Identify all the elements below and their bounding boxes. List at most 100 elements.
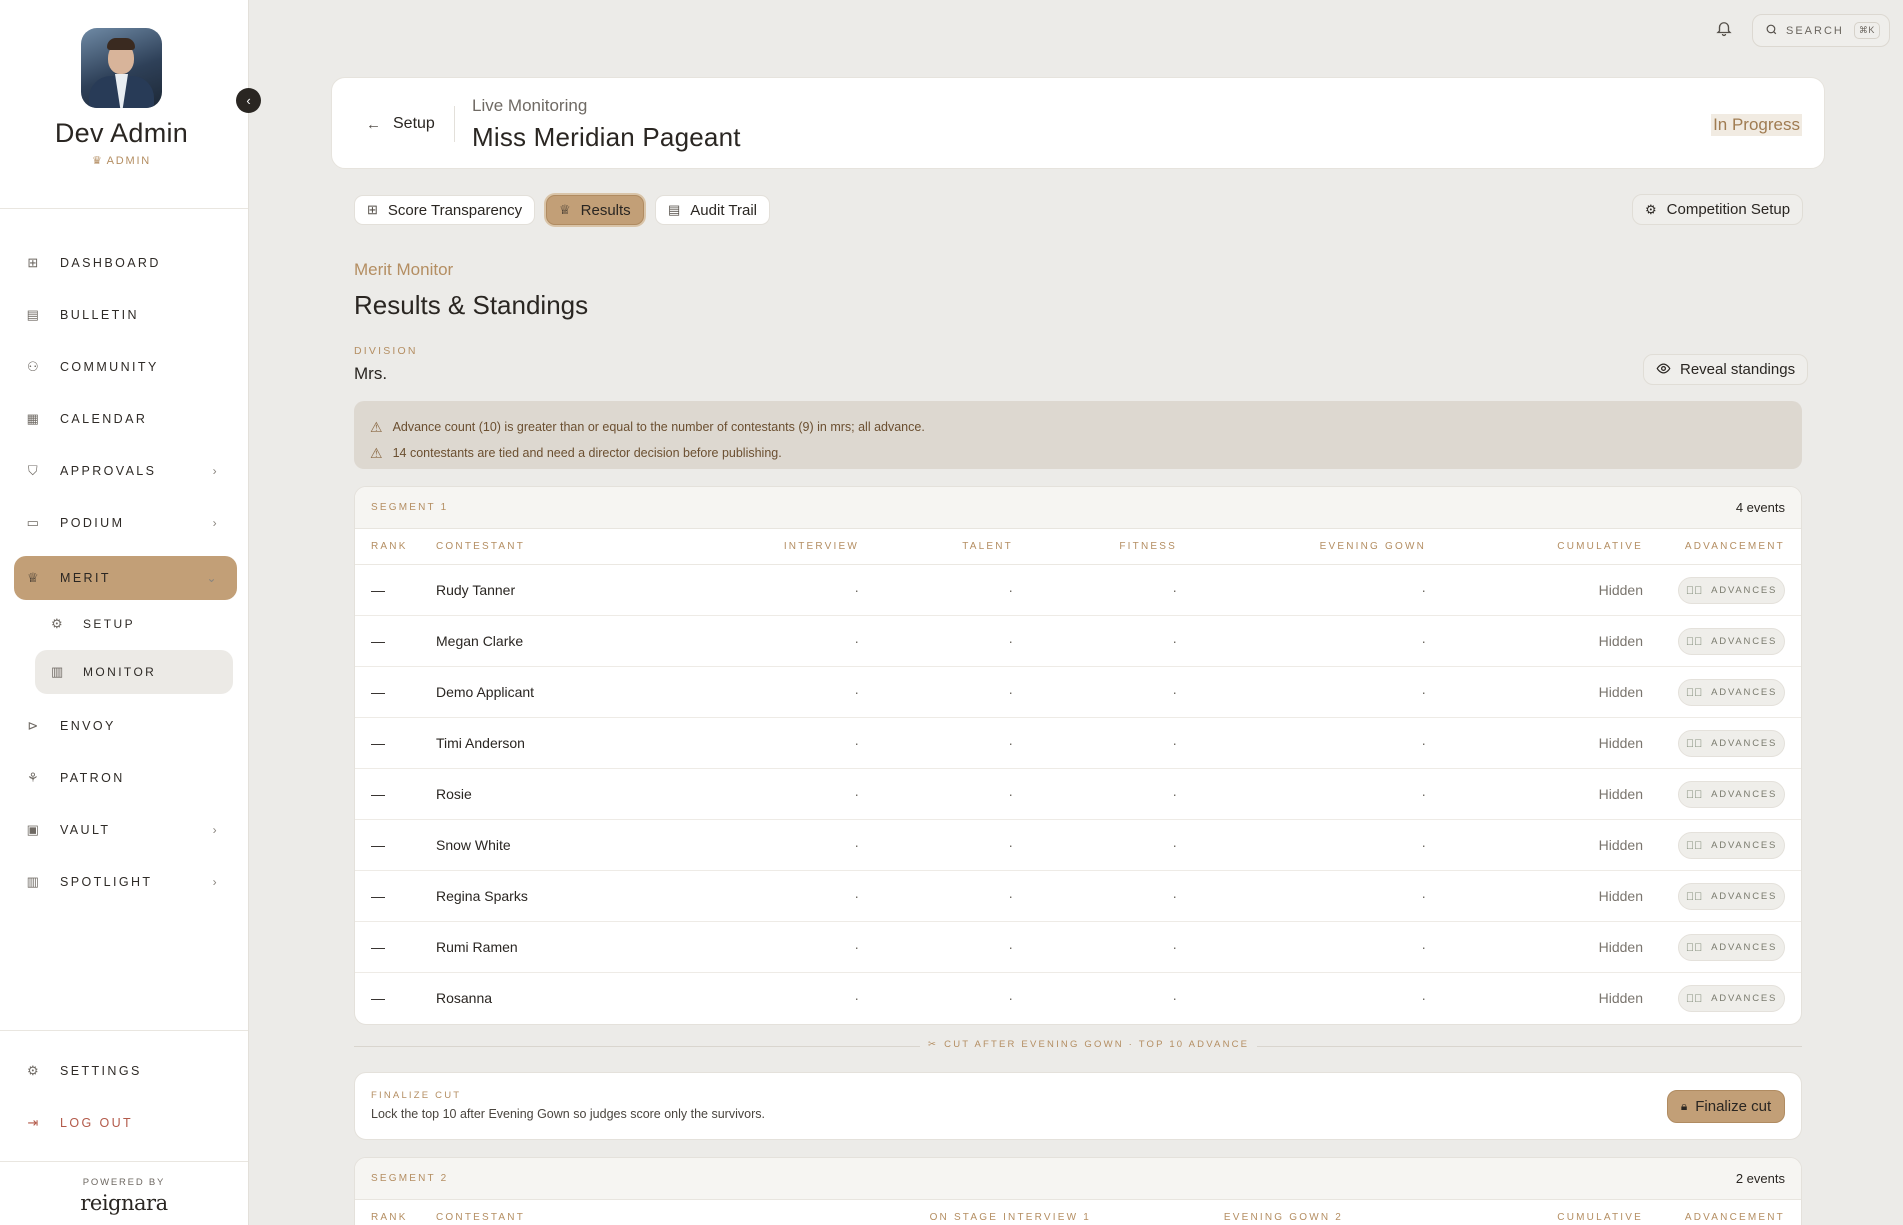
segment-label: SEGMENT 1 xyxy=(371,502,449,513)
collapse-sidebar-button[interactable]: ‹ xyxy=(236,88,261,113)
score-interview: · xyxy=(854,633,859,649)
score-interview: · xyxy=(854,582,859,598)
back-label: Setup xyxy=(393,115,435,132)
advancement-label: ADVANCES xyxy=(1711,687,1778,698)
score-evening-gown: · xyxy=(1421,888,1426,904)
check-circle-icon: ✓⃝ xyxy=(1685,992,1705,1005)
finalize-cut-button[interactable]: 🔒︎ Finalize cut xyxy=(1667,1090,1785,1123)
sidebar-item-label: ENVOY xyxy=(60,719,116,733)
reveal-label: Reveal standings xyxy=(1680,361,1796,378)
table-row[interactable]: — Rosanna · · · · Hidden ✓⃝ ADVANCES xyxy=(355,973,1801,1024)
bell-icon[interactable] xyxy=(1715,19,1735,39)
tab-score-transparency[interactable]: ⊞ Score Transparency xyxy=(354,195,536,225)
segment-event-count: 2 events xyxy=(1735,1171,1785,1186)
score-talent: · xyxy=(1008,939,1013,955)
advances-badge: ✓⃝ ADVANCES xyxy=(1678,730,1785,757)
competition-setup-button[interactable]: ⚙ Competition Setup xyxy=(1632,194,1804,225)
contestant-name: Rumi Ramen xyxy=(436,939,518,955)
rank-cell: — xyxy=(371,684,385,700)
score-talent: · xyxy=(1008,837,1013,853)
col-cumulative: CUMULATIVE xyxy=(1557,541,1643,552)
advances-badge: ✓⃝ ADVANCES xyxy=(1678,883,1785,910)
advances-badge: ✓⃝ ADVANCES xyxy=(1678,781,1785,808)
score-evening-gown: · xyxy=(1421,633,1426,649)
advancement-label: ADVANCES xyxy=(1711,891,1778,902)
sidebar-item-logout[interactable]: ⇥ LOG OUT xyxy=(14,1101,237,1145)
sidebar-item-vault[interactable]: ▣ VAULT › xyxy=(14,808,237,852)
competition-setup-label: Competition Setup xyxy=(1666,201,1791,218)
sidebar-item-merit[interactable]: ♕ MERIT ⌄ xyxy=(14,556,237,600)
col-advancement: ADVANCEMENT xyxy=(1684,541,1785,552)
sidebar-item-settings[interactable]: ⚙ SETTINGS xyxy=(14,1049,237,1093)
chevron-left-icon: ‹ xyxy=(246,93,251,108)
powered-by-label: POWERED BY xyxy=(82,1177,166,1188)
competition-header: ← Setup Live Monitoring Miss Meridian Pa… xyxy=(331,77,1825,169)
score-evening-gown: · xyxy=(1421,735,1426,751)
score-fitness: · xyxy=(1172,939,1177,955)
sidebar-item-community[interactable]: ⚇ COMMUNITY xyxy=(14,345,237,389)
sidebar-item-label: COMMUNITY xyxy=(60,360,159,374)
table-row[interactable]: — Regina Sparks · · · · Hidden ✓⃝ ADVANCES xyxy=(355,871,1801,922)
col-rank: RANK xyxy=(371,541,408,552)
tab-results[interactable]: ♕ Results xyxy=(546,195,644,225)
table-row[interactable]: — Megan Clarke · · · · Hidden ✓⃝ ADVANCES xyxy=(355,616,1801,667)
sidebar: Dev Admin ♛ ADMIN ⊞ DASHBOARD ▤ BULLETIN ⚇ COM… xyxy=(0,0,249,1225)
contestant-name: Regina Sparks xyxy=(436,888,528,904)
col-contestant: CONTESTANT xyxy=(436,541,526,552)
sidebar-item-podium[interactable]: ▭ PODIUM › xyxy=(14,501,237,545)
rank-cell: — xyxy=(371,939,385,955)
trophy-icon: ♕ xyxy=(26,570,42,585)
score-interview: · xyxy=(854,990,859,1006)
sidebar-subitem-monitor[interactable]: ▥ MONITOR xyxy=(35,650,233,694)
sidebar-item-spotlight[interactable]: ▥ SPOTLIGHT › xyxy=(14,860,237,904)
sidebar-subitem-label: MONITOR xyxy=(83,665,157,679)
table-row[interactable]: — Demo Applicant · · · · Hidden ✓⃝ ADVANCES xyxy=(355,667,1801,718)
table-row[interactable]: — Timi Anderson · · · · Hidden ✓⃝ ADVANCES xyxy=(355,718,1801,769)
sidebar-item-envoy[interactable]: ⊳ ENVOY xyxy=(14,704,237,748)
reveal-standings-button[interactable]: Reveal standings xyxy=(1643,354,1809,385)
calendar-icon: ▦ xyxy=(26,411,42,426)
back-button[interactable]: ← Setup xyxy=(366,115,435,133)
warning-icon: ⚠ xyxy=(370,444,383,461)
crown-icon: ♛ xyxy=(91,155,104,167)
score-interview: · xyxy=(854,735,859,751)
sidebar-item-dashboard[interactable]: ⊞ DASHBOARD xyxy=(14,241,237,285)
score-evening-gown: · xyxy=(1421,582,1426,598)
check-circle-icon: ✓⃝ xyxy=(1685,635,1705,648)
sidebar-item-label: LOG OUT xyxy=(60,1116,134,1130)
search-button[interactable]: SEARCH ⌘K xyxy=(1752,14,1890,47)
finalize-label: FINALIZE CUT xyxy=(371,1090,462,1101)
col-rank: RANK xyxy=(371,1212,408,1223)
finalize-description: Lock the top 10 after Evening Gown so ju… xyxy=(371,1107,765,1121)
sidebar-item-bulletin[interactable]: ▤ BULLETIN xyxy=(14,293,237,337)
avatar[interactable] xyxy=(81,28,162,108)
sidebar-item-label: DASHBOARD xyxy=(60,256,161,270)
score-evening-gown: · xyxy=(1421,837,1426,853)
advancement-label: ADVANCES xyxy=(1711,993,1778,1004)
score-talent: · xyxy=(1008,786,1013,802)
hand-coins-icon: ⚘ xyxy=(26,770,42,785)
warning-alert: ⚠ Advance count (10) is greater than or … xyxy=(354,401,1802,469)
table-row[interactable]: — Rumi Ramen · · · · Hidden ✓⃝ ADVANCES xyxy=(355,922,1801,973)
arrow-left-icon: ← xyxy=(366,115,381,133)
alert-item: ⚠ 14 contestants are tied and need a dir… xyxy=(370,440,1786,466)
search-shortcut: ⌘K xyxy=(1853,22,1880,39)
chevron-right-icon: › xyxy=(212,875,219,889)
section-eyebrow: Merit Monitor xyxy=(354,260,454,279)
advances-badge: ✓⃝ ADVANCES xyxy=(1678,934,1785,961)
sidebar-item-approvals[interactable]: ⛉ APPROVALS › xyxy=(14,449,237,493)
segment-header: SEGMENT 2 2 events xyxy=(355,1158,1801,1200)
cumulative-cell: Hidden xyxy=(1598,684,1643,700)
sidebar-item-calendar[interactable]: ▦ CALENDAR xyxy=(14,397,237,441)
receipt-icon: ▤ xyxy=(668,202,681,217)
table-row[interactable]: — Rosie · · · · Hidden ✓⃝ ADVANCES xyxy=(355,769,1801,820)
sidebar-item-label: CALENDAR xyxy=(60,412,148,426)
tab-audit-trail[interactable]: ▤ Audit Trail xyxy=(655,195,770,225)
contestant-name: Demo Applicant xyxy=(436,684,535,700)
table-row[interactable]: — Snow White · · · · Hidden ✓⃝ ADVANCES xyxy=(355,820,1801,871)
table-row[interactable]: — Rudy Tanner · · · · Hidden ✓⃝ ADVANCES xyxy=(355,565,1801,616)
segment-event-count: 4 events xyxy=(1735,500,1785,515)
sidebar-subitem-setup[interactable]: ⚙ SETUP xyxy=(35,602,233,646)
message-square-icon: ▭ xyxy=(26,515,42,530)
sidebar-item-patron[interactable]: ⚘ PATRON xyxy=(14,756,237,800)
